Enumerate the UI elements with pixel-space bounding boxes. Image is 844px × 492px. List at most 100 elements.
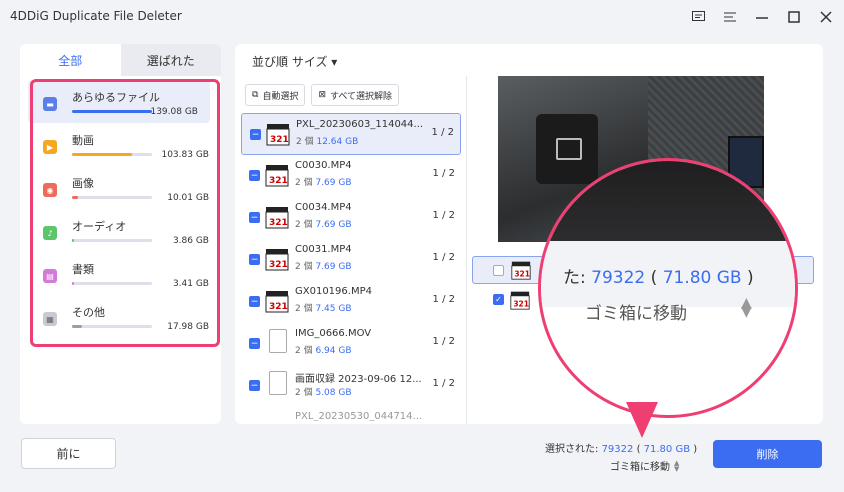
- checkbox[interactable]: −: [249, 338, 260, 349]
- feedback-icon[interactable]: [686, 6, 710, 28]
- checkbox[interactable]: −: [249, 212, 260, 223]
- file-row[interactable]: − 321 C0034.MP4 2 個 7.69 GB 1 / 2: [241, 197, 461, 239]
- checkbox[interactable]: −: [249, 170, 260, 181]
- app-title: 4DDiG Duplicate File Deleter: [10, 9, 182, 23]
- svg-text:321: 321: [269, 218, 288, 228]
- file-name: IMG_0666.MOV: [295, 328, 372, 339]
- magnifier-callout: た: 79322 ( 71.80 GB ) ゴミ箱に移動 ▲ ▼: [538, 158, 798, 418]
- svg-text:321: 321: [513, 300, 529, 309]
- category-tabs: 全部 選ばれた: [20, 44, 221, 76]
- callout-pointer: [626, 402, 658, 438]
- preview-logo: [556, 138, 582, 160]
- file-name: C0031.MP4: [295, 244, 352, 255]
- window-controls: [686, 6, 838, 28]
- magnifier-selection: た: 79322 ( 71.80 GB ): [563, 263, 754, 288]
- menu-icon[interactable]: [718, 6, 742, 28]
- delete-button[interactable]: 削除: [713, 440, 822, 468]
- file-meta: 2 個 7.69 GB: [295, 259, 352, 272]
- video-file-icon: 321: [265, 291, 289, 313]
- back-button[interactable]: 前に: [21, 438, 116, 469]
- magnifier-trash: ゴミ箱に移動: [585, 304, 687, 324]
- maximize-icon[interactable]: [782, 6, 806, 28]
- magnifier-paren-open: (: [650, 268, 658, 288]
- svg-text:321: 321: [270, 135, 289, 145]
- file-row[interactable]: − 321 PXL_20230603_114044... 2 個 12.64 G…: [241, 113, 461, 155]
- file-meta: 2 個 12.64 GB: [296, 134, 358, 147]
- file-size: 7.69 GB: [315, 262, 352, 272]
- checkbox[interactable]: −: [249, 296, 260, 307]
- file-pages: 1 / 2: [432, 336, 455, 347]
- checkbox-unchecked[interactable]: [493, 265, 504, 276]
- sort-dropdown[interactable]: 並び順 サイズ ▾: [252, 53, 337, 70]
- file-row[interactable]: − 321 C0031.MP4 2 個 7.69 GB 1 / 2: [241, 239, 461, 281]
- video-file-icon: 321: [265, 207, 289, 229]
- magnifier-count: 79322: [591, 268, 646, 288]
- svg-text:321: 321: [269, 260, 288, 270]
- file-pages: 1 / 2: [431, 127, 454, 138]
- file-row[interactable]: − 321 GX010196.MP4 2 個 7.45 GB 1 / 2: [241, 281, 461, 323]
- video-file-icon: 321: [510, 291, 530, 310]
- file-size: 12.64 GB: [316, 137, 359, 147]
- highlight-frame: [30, 79, 220, 347]
- file-pages: 1 / 2: [432, 294, 455, 305]
- file-row[interactable]: − 画面収録 2023-09-06 12... 2 個 5.08 GB 1 / …: [241, 365, 461, 407]
- auto-select-button[interactable]: ⧉ 自動選択: [245, 84, 306, 106]
- file-count: 2 個: [295, 388, 313, 398]
- selection-summary: 選択された: 79322 ( 71.80 GB ): [545, 440, 697, 455]
- checkbox[interactable]: −: [249, 380, 260, 391]
- file-count: 2 個: [295, 178, 313, 188]
- file-count: 2 個: [295, 220, 313, 230]
- trash-mode-label: ゴミ箱に移動: [610, 462, 670, 473]
- magnifier-paren-close: ): [747, 268, 754, 288]
- video-file-icon: 321: [265, 249, 289, 271]
- file-name: C0034.MP4: [295, 202, 352, 213]
- selected-label: 選択された:: [545, 444, 599, 455]
- file-meta: 2 個 7.69 GB: [295, 217, 352, 230]
- checkbox[interactable]: −: [249, 254, 260, 265]
- magnifier-size: 71.80 GB: [662, 268, 742, 288]
- title-bar: 4DDiG Duplicate File Deleter: [0, 0, 844, 34]
- file-count: 2 個: [295, 346, 313, 356]
- file-meta: 2 個 5.08 GB: [295, 385, 352, 398]
- auto-select-label: 自動選択: [262, 91, 299, 102]
- checkbox[interactable]: −: [250, 129, 261, 140]
- selected-count: 79322: [601, 444, 634, 455]
- file-size: 7.45 GB: [315, 304, 352, 314]
- file-pages: 1 / 2: [432, 168, 455, 179]
- video-file-icon: 321: [266, 124, 290, 146]
- deselect-icon: ⊠: [318, 90, 326, 100]
- file-row[interactable]: − 321 C0030.MP4 2 個 7.69 GB 1 / 2: [241, 155, 461, 197]
- deselect-all-button[interactable]: ⊠ すべて選択解除: [311, 84, 400, 106]
- magnifier-label: た:: [563, 268, 586, 288]
- file-size: 5.08 GB: [315, 388, 352, 398]
- selected-paren-close: ): [693, 444, 698, 455]
- checkbox-checked[interactable]: ✓: [493, 294, 504, 305]
- file-count: 2 個: [296, 137, 314, 147]
- selected-size: 71.80 GB: [643, 444, 691, 455]
- file-row[interactable]: − IMG_0666.MOV 2 個 6.94 GB 1 / 2: [241, 323, 461, 365]
- svg-text:321: 321: [269, 302, 288, 312]
- file-icon: [269, 371, 287, 395]
- file-list: − 321 PXL_20230603_114044... 2 個 12.64 G…: [241, 113, 461, 421]
- close-icon[interactable]: [814, 6, 838, 28]
- file-pages: 1 / 2: [432, 252, 455, 263]
- tab-all[interactable]: 全部: [20, 44, 121, 76]
- file-pages: 1 / 2: [432, 378, 455, 389]
- tab-selected[interactable]: 選ばれた: [120, 44, 221, 76]
- svg-text:321: 321: [269, 176, 288, 186]
- file-size: 7.69 GB: [315, 178, 352, 188]
- file-meta: 2 個 7.45 GB: [295, 301, 352, 314]
- file-meta: 2 個 7.69 GB: [295, 175, 352, 188]
- file-name: C0030.MP4: [295, 160, 352, 171]
- deselect-all-label: すべて選択解除: [330, 91, 393, 102]
- duplicate-row[interactable]: ✓ 321: [490, 290, 530, 310]
- list-actions: ⧉ 自動選択 ⊠ すべて選択解除: [245, 84, 400, 106]
- file-count: 2 個: [295, 304, 313, 314]
- trash-mode-select[interactable]: ゴミ箱に移動 ▲ ▼: [610, 458, 679, 473]
- file-size: 6.94 GB: [315, 346, 352, 356]
- file-name: PXL_20230530_044714...: [295, 411, 423, 421]
- minimize-icon[interactable]: [750, 6, 774, 28]
- magnifier-preview-strip: [541, 161, 795, 249]
- file-row-partial[interactable]: PXL_20230530_044714...: [241, 407, 461, 421]
- file-icon: [269, 329, 287, 353]
